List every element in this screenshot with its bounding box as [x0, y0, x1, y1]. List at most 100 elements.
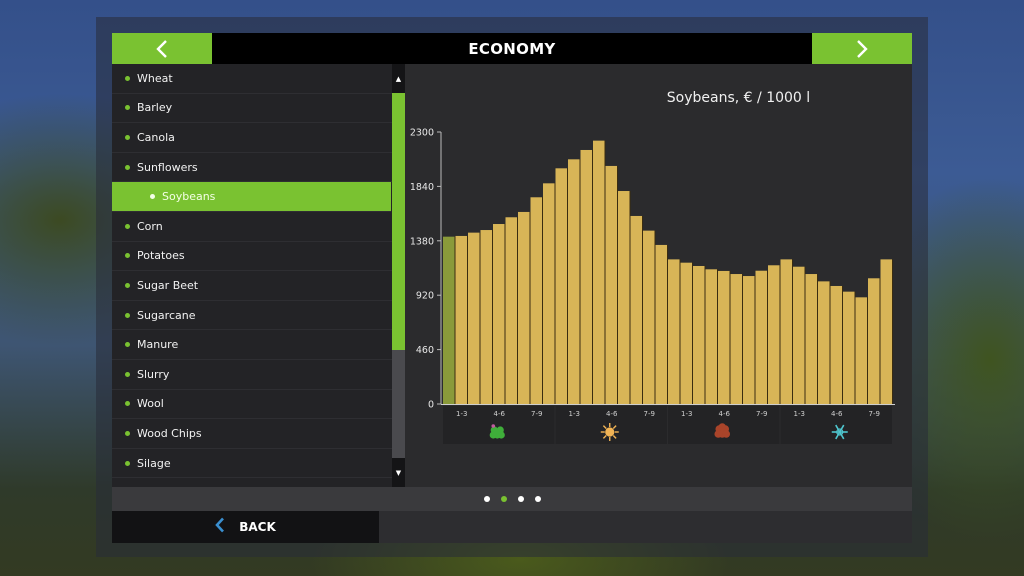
- list-item-label: Sunflowers: [137, 160, 198, 174]
- y-tick-label: 1380: [410, 236, 434, 247]
- bullet-icon: [125, 460, 130, 466]
- list-item-sunflowers[interactable]: Sunflowers: [112, 153, 392, 183]
- bar: [655, 244, 667, 404]
- list-item-potatoes[interactable]: Potatoes: [112, 242, 392, 272]
- list-item-canola[interactable]: Canola: [112, 123, 392, 153]
- bar: [443, 236, 455, 404]
- scroll-thumb[interactable]: [392, 93, 405, 350]
- previous-page-button[interactable]: [112, 33, 212, 64]
- bar: [768, 265, 780, 404]
- list-item-label: Wheat: [137, 71, 173, 85]
- chevron-right-icon: [855, 39, 869, 59]
- list-item-wheat[interactable]: Wheat: [112, 64, 392, 94]
- list-item-corn[interactable]: Corn: [112, 212, 392, 242]
- x-tick-label: 4-6: [719, 410, 731, 418]
- list-item-sugar-beet[interactable]: Sugar Beet: [112, 271, 392, 301]
- x-tick-label: 4-6: [494, 410, 506, 418]
- bar: [505, 217, 517, 404]
- bar: [555, 168, 567, 404]
- bar: [855, 297, 867, 404]
- list-item-silage[interactable]: Silage: [112, 449, 392, 479]
- bar: [493, 224, 505, 404]
- list-item-label: Wool: [137, 397, 164, 411]
- bar: [630, 215, 642, 404]
- list-item-label: Sugar Beet: [137, 278, 199, 292]
- x-tick-label: 1-3: [569, 410, 580, 418]
- x-tick-label: 4-6: [831, 410, 843, 418]
- x-tick-label: 1-3: [456, 410, 467, 418]
- price-chart-panel: Soybeans, € / 1000 l 2300 1840 1380 920 460 0…: [405, 64, 912, 487]
- bullet-icon: [125, 342, 130, 348]
- bullet-icon: [125, 371, 130, 377]
- sun-icon: [600, 423, 619, 441]
- list-item-slurry[interactable]: Slurry: [112, 360, 392, 390]
- bar: [518, 211, 530, 404]
- list-item-label: Potatoes: [137, 249, 185, 263]
- list-item-barley[interactable]: Barley: [112, 94, 392, 124]
- bullet-icon: [125, 164, 130, 170]
- scroll-up-button[interactable]: ▲: [392, 64, 405, 93]
- next-page-button[interactable]: [812, 33, 912, 64]
- bar: [830, 285, 842, 404]
- list-item-label: Barley: [137, 101, 173, 115]
- bar: [693, 265, 705, 404]
- page-dot[interactable]: [483, 496, 490, 502]
- x-tick-label: 1-3: [681, 410, 692, 418]
- bar: [580, 149, 592, 404]
- list-item-label: Wood Chips: [137, 426, 202, 440]
- bullet-icon: [125, 401, 130, 407]
- bullet-icon: [125, 282, 130, 288]
- bar: [868, 278, 880, 404]
- page-dot[interactable]: [517, 496, 524, 502]
- list-item-soybeans[interactable]: Soybeans: [112, 182, 391, 212]
- list-item-label: Sugarcane: [137, 308, 196, 322]
- y-tick-label: 920: [416, 291, 434, 302]
- chevron-left-icon: [155, 39, 169, 59]
- bar: [780, 259, 792, 404]
- bar: [568, 159, 580, 404]
- bar: [530, 197, 542, 404]
- list-item-wood-chips[interactable]: Wood Chips: [112, 419, 392, 449]
- list-item-label: Corn: [137, 219, 163, 233]
- scroll-down-button[interactable]: ▼: [392, 458, 405, 487]
- triangle-up-icon: ▲: [395, 74, 402, 83]
- x-tick-label: 7-9: [756, 410, 767, 418]
- bar: [593, 140, 605, 404]
- bar: [643, 230, 655, 404]
- bar: [718, 270, 730, 404]
- bar: [680, 262, 692, 404]
- x-tick-label: 7-9: [869, 410, 880, 418]
- bullet-icon: [125, 253, 130, 259]
- bar: [668, 259, 680, 404]
- list-item-label: Silage: [137, 456, 171, 470]
- x-tick-label: 4-6: [606, 410, 618, 418]
- bar: [705, 269, 717, 404]
- bar: [880, 259, 892, 404]
- list-item-wool[interactable]: Wool: [112, 390, 392, 420]
- list-item-label: Canola: [137, 130, 175, 144]
- bar: [468, 232, 480, 404]
- bar: [818, 281, 830, 404]
- x-tick-label: 7-9: [531, 410, 542, 418]
- list-item-label: Slurry: [137, 367, 170, 381]
- price-chart: 2300 1840 1380 920 460 0 1-3 4-6 7-9 1-3 4-6 7-9 1-3…: [410, 128, 895, 444]
- bar: [730, 274, 742, 404]
- bar: [805, 274, 817, 404]
- list-item-sugarcane[interactable]: Sugarcane: [112, 301, 392, 331]
- bullet-icon: [125, 105, 130, 111]
- bullet-icon: [125, 75, 130, 81]
- footer-bar: [379, 511, 912, 543]
- page-indicator: [483, 496, 541, 502]
- back-button[interactable]: BACK: [112, 511, 379, 543]
- list-item-manure[interactable]: Manure: [112, 330, 392, 360]
- bullet-icon: [125, 430, 130, 436]
- list-item-label: Manure: [137, 338, 179, 352]
- bullet-icon: [125, 312, 130, 318]
- pagination-bar: [112, 487, 912, 511]
- triangle-down-icon: ▼: [395, 468, 402, 477]
- bar: [605, 165, 617, 404]
- page-dot[interactable]: [534, 496, 541, 502]
- page-dot[interactable]: [500, 496, 507, 502]
- bullet-icon: [125, 223, 130, 229]
- list-scrollbar[interactable]: ▲ ▼: [392, 64, 405, 487]
